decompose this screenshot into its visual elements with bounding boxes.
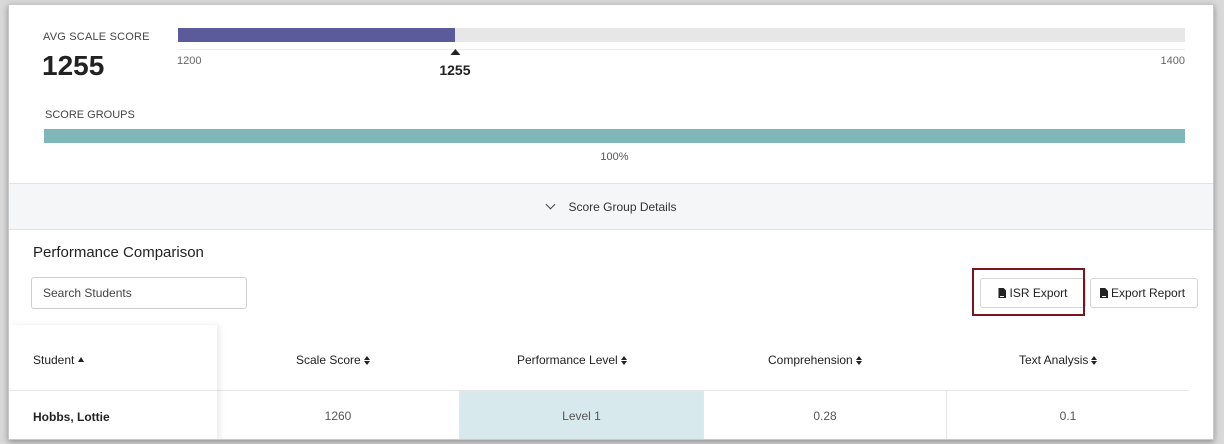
isr-export-highlight-box <box>972 268 1085 316</box>
sort-icon <box>855 356 863 365</box>
scale-max-label: 1400 <box>1160 55 1185 67</box>
performance-comparison-title: Performance Comparison <box>33 244 204 261</box>
row-divider <box>9 390 217 391</box>
student-name-link[interactable]: Hobbs, Lottie <box>33 410 110 424</box>
avg-scale-score-value: 1255 <box>42 50 105 81</box>
column-header-label: Performance Level <box>517 353 618 367</box>
student-column: Student Hobbs, Lottie <box>9 325 217 439</box>
scale-min-label: 1200 <box>177 55 202 67</box>
sort-icon <box>363 356 371 365</box>
scale-marker-label: 1255 <box>439 62 471 78</box>
scale-score-bar <box>178 28 1185 42</box>
column-header-scale-score[interactable]: Scale Score <box>296 353 371 367</box>
export-report-label: Export Report <box>1111 286 1186 300</box>
column-header-label: Comprehension <box>768 353 853 367</box>
chevron-down-icon <box>546 199 556 210</box>
scale-axis-line <box>178 49 1185 50</box>
score-groups-label: SCORE GROUPS <box>45 109 135 121</box>
column-header-text-analysis[interactable]: Text Analysis <box>1019 353 1098 367</box>
file-download-icon <box>1100 288 1108 298</box>
marker-arrow-icon <box>449 49 460 55</box>
sort-icon <box>620 356 628 365</box>
cell-scale-score: 1260 <box>217 391 460 439</box>
column-header-label: Student <box>33 353 75 367</box>
scale-score-marker: 1255 <box>439 49 471 78</box>
cell-comprehension: 0.28 <box>704 391 947 439</box>
sort-ascending-icon <box>78 357 85 362</box>
scale-score-bar-fill <box>178 28 455 42</box>
score-group-details-toggle[interactable]: Score Group Details <box>9 183 1213 230</box>
score-groups-bar <box>44 129 1185 143</box>
avg-scale-score-label: AVG SCALE SCORE <box>43 31 150 43</box>
score-group-details-label: Score Group Details <box>568 199 677 214</box>
cell-performance-level: Level 1 <box>460 391 704 439</box>
sort-icon <box>1091 356 1098 365</box>
export-report-button[interactable]: Export Report <box>1090 278 1198 308</box>
score-groups-percent: 100% <box>600 151 629 163</box>
column-header-comprehension[interactable]: Comprehension <box>768 353 863 367</box>
cell-text-analysis: 0.1 <box>1059 409 1077 423</box>
column-header-label: Text Analysis <box>1019 353 1089 367</box>
report-panel: AVG SCALE SCORE 1255 1200 1400 1255 SCOR… <box>8 4 1214 440</box>
column-header-student[interactable]: Student <box>33 353 85 367</box>
search-students-input[interactable] <box>31 277 247 309</box>
column-header-label: Scale Score <box>296 353 361 367</box>
column-header-performance-level[interactable]: Performance Level <box>517 353 628 367</box>
